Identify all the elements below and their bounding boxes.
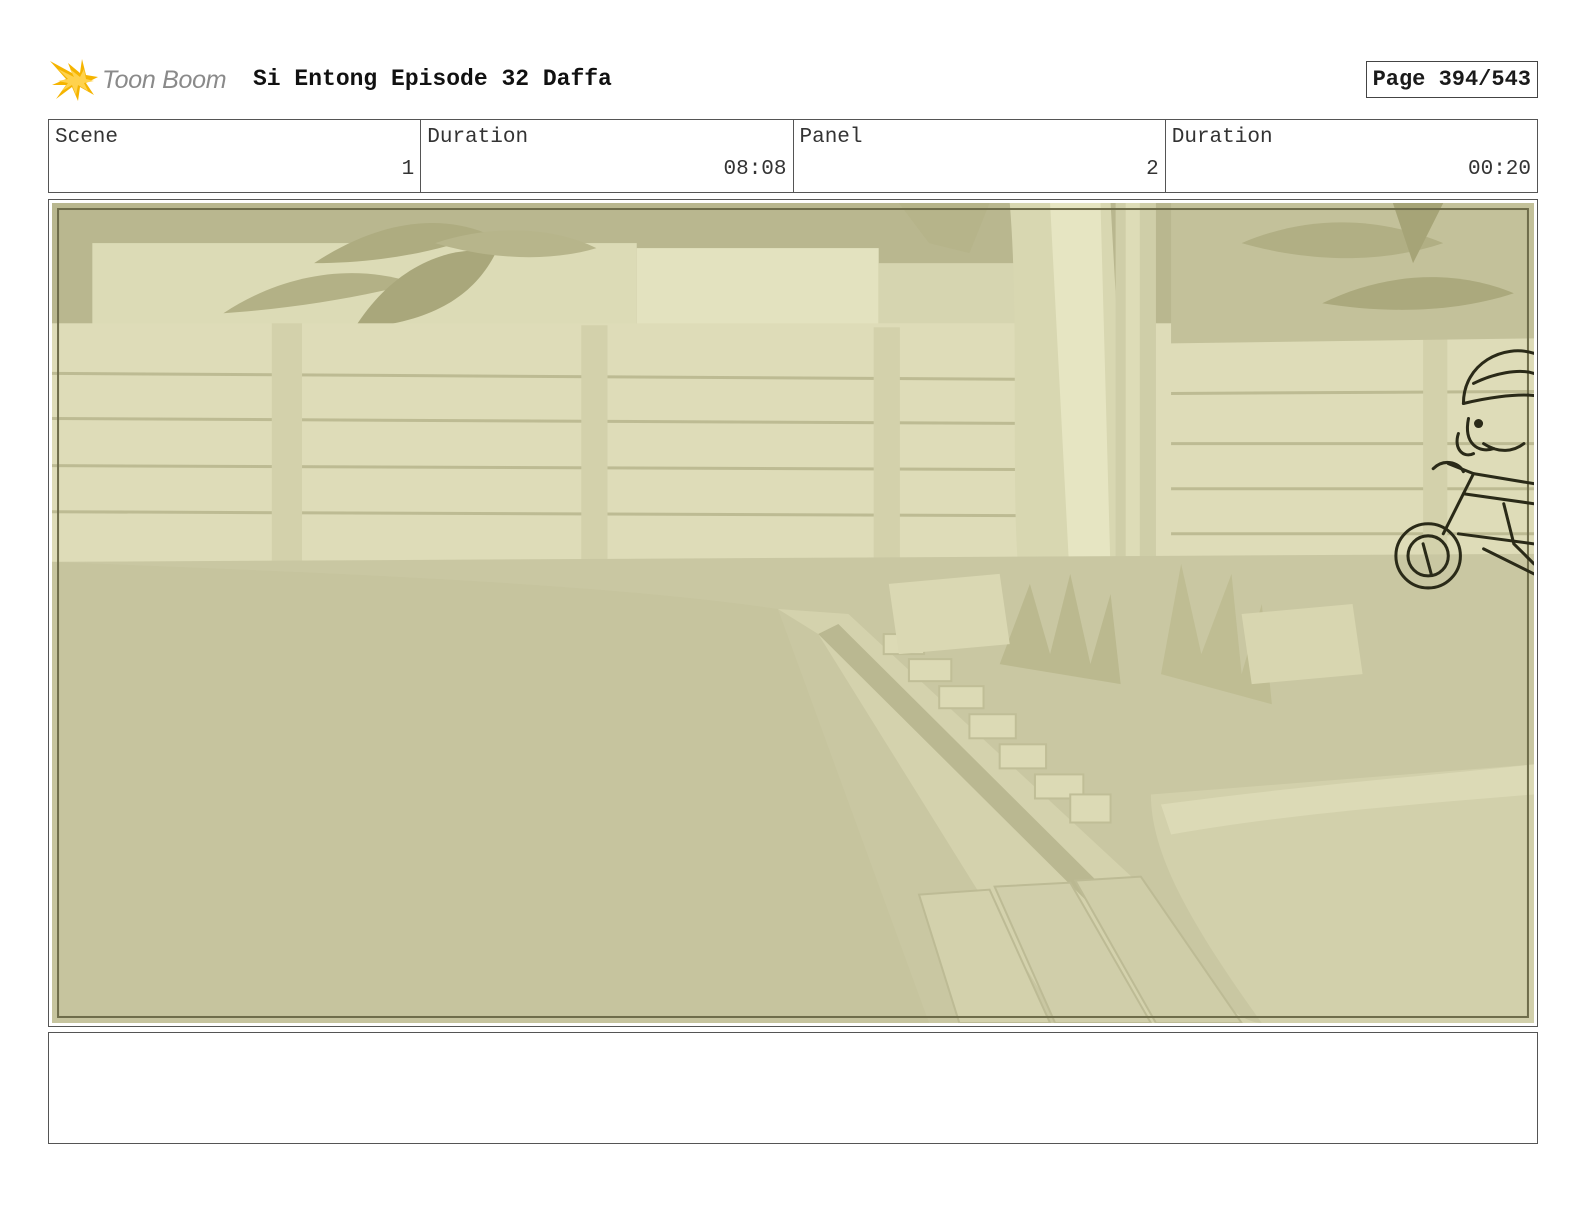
panel-notes bbox=[48, 1032, 1538, 1144]
scene-illustration bbox=[52, 203, 1534, 1023]
logo-text: Toon Boom bbox=[102, 65, 227, 94]
page-header: Toon Boom Si Entong Episode 32 Daffa Pag… bbox=[48, 55, 1538, 105]
panel-value: 2 bbox=[1146, 158, 1159, 181]
storyboard-panel bbox=[48, 199, 1538, 1027]
panel-cell: Panel 2 bbox=[794, 120, 1166, 192]
burst-icon bbox=[50, 59, 98, 101]
toon-boom-logo: Toon Boom bbox=[48, 55, 243, 105]
scene-duration-cell: Duration 08:08 bbox=[421, 120, 794, 192]
page-number: Page 394/543 bbox=[1365, 61, 1538, 98]
document-title: Si Entong Episode 32 Daffa bbox=[253, 66, 612, 92]
panel-label: Panel bbox=[799, 126, 863, 149]
scene-cell: Scene 1 bbox=[49, 120, 422, 192]
panel-duration-cell: Duration 00:20 bbox=[1166, 120, 1537, 192]
scene-duration-label: Duration bbox=[427, 126, 529, 149]
panel-drawing bbox=[52, 203, 1534, 1023]
scene-label: Scene bbox=[55, 126, 119, 149]
scene-value: 1 bbox=[401, 158, 415, 181]
panel-duration-value: 00:20 bbox=[1467, 158, 1531, 181]
scene-info-table: Scene 1 Duration 08:08 Panel 2 Duration … bbox=[48, 119, 1538, 193]
panel-duration-label: Duration bbox=[1171, 126, 1273, 149]
scene-duration-value: 08:08 bbox=[723, 158, 787, 181]
